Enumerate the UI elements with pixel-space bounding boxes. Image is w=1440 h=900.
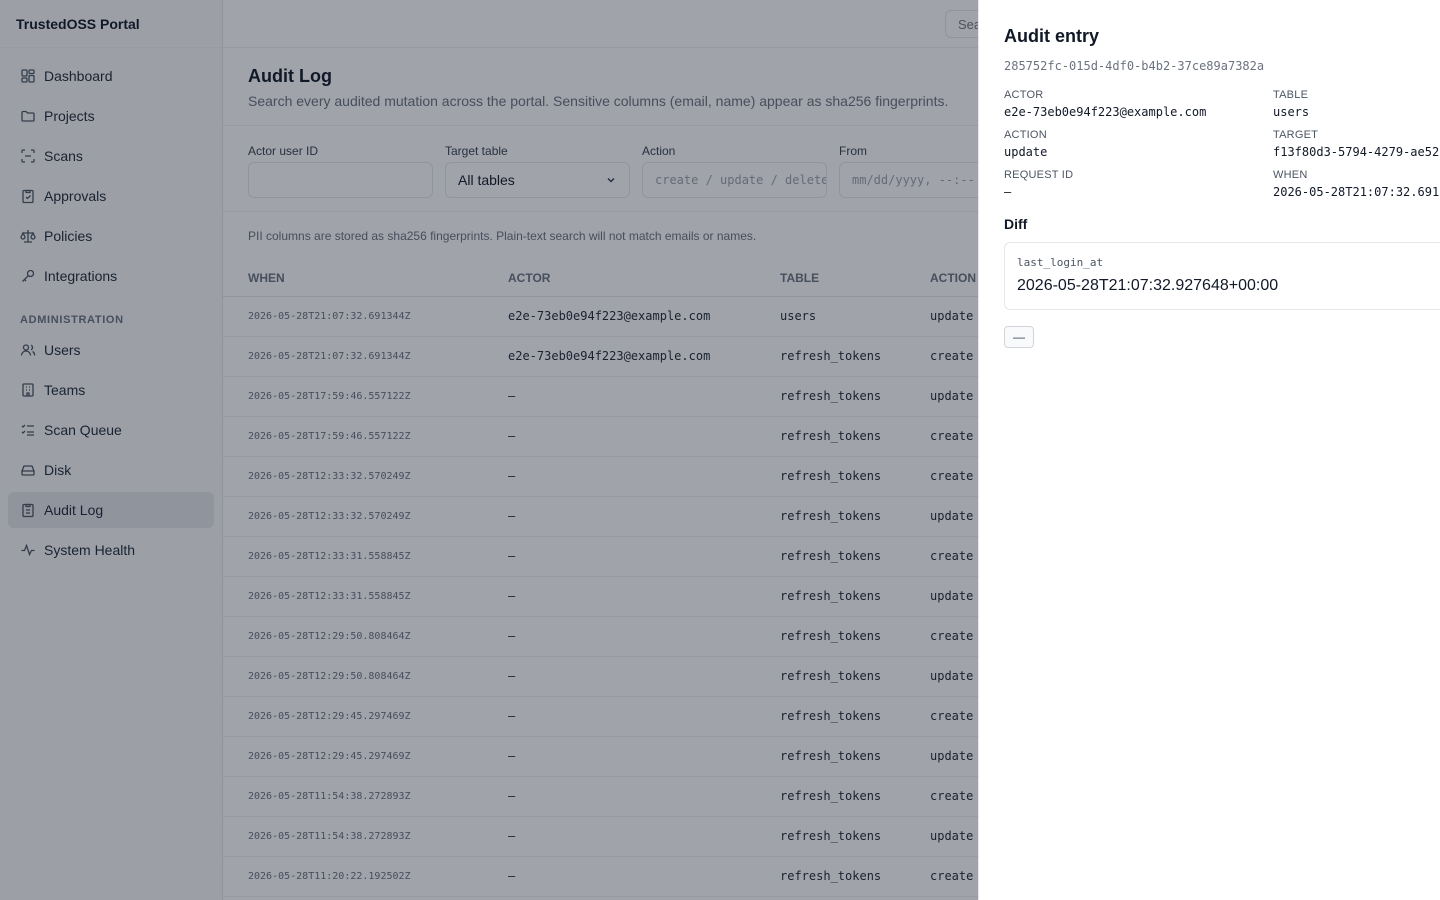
field-actor: Actor e2e-73eb0e94f223@example.com: [1004, 89, 1273, 119]
field-request-id: Request ID —: [1004, 169, 1273, 199]
modal-backdrop[interactable]: [0, 0, 978, 900]
field-table: Table users: [1273, 89, 1440, 119]
field-label: Actor: [1004, 89, 1044, 101]
audit-entry-fields: Actor e2e-73eb0e94f223@example.com Table…: [1004, 89, 1440, 199]
field-value: 2026-05-28T21:07:32.6913: [1273, 185, 1440, 199]
field-label: Request ID: [1004, 169, 1074, 181]
field-label: Table: [1273, 89, 1309, 101]
field-value: update: [1004, 145, 1048, 159]
diff-value: 2026-05-28T21:07:32.927648+00:00: [1017, 277, 1279, 294]
field-target: Target f13f80d3-5794-4279-ae52-: [1273, 129, 1440, 159]
diff-key: last_login_at: [1017, 256, 1104, 269]
field-label: Target: [1273, 129, 1319, 141]
field-value: f13f80d3-5794-4279-ae52-: [1273, 145, 1440, 159]
field-when: When 2026-05-28T21:07:32.6913: [1273, 169, 1440, 199]
audit-entry-drawer: Audit entry 285752fc-015d-4df0-b4b2-37ce…: [978, 0, 1440, 900]
field-label: When: [1273, 169, 1308, 181]
collapse-button[interactable]: —: [1004, 326, 1034, 348]
field-value: users: [1273, 105, 1310, 119]
field-value: —: [1004, 185, 1012, 199]
audit-entry-id: 285752fc-015d-4df0-b4b2-37ce89a7382a: [1004, 59, 1265, 73]
field-label: Action: [1004, 129, 1047, 141]
drawer-title: Audit entry: [1004, 26, 1100, 46]
diff-entry: last_login_at 2026-05-28T21:07:32.927648…: [1004, 242, 1440, 310]
diff-title: Diff: [1004, 216, 1028, 232]
field-action: Action update: [1004, 129, 1273, 159]
field-value: e2e-73eb0e94f223@example.com: [1004, 105, 1207, 119]
